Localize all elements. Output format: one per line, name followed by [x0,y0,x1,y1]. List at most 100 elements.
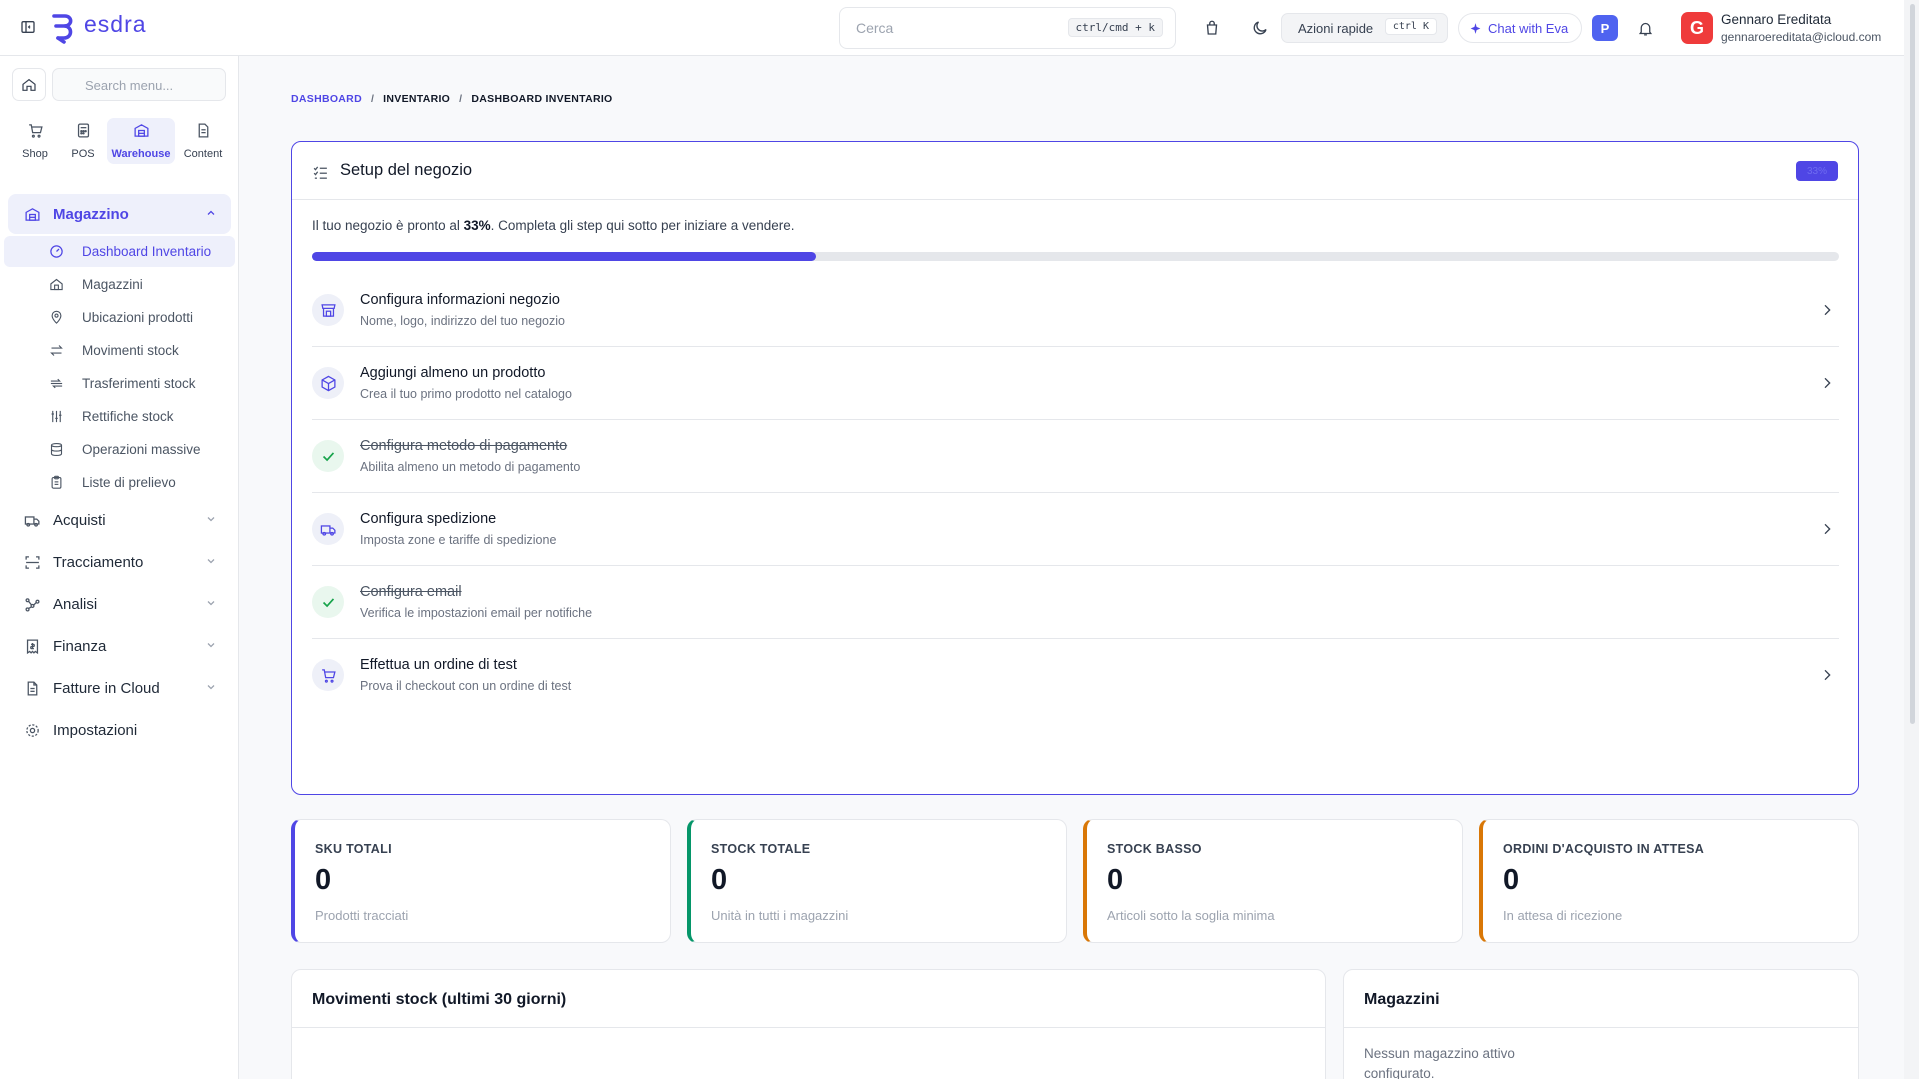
chevron-right-icon [1819,521,1835,537]
sidebar-item-label: Trasferimenti stock [82,376,196,391]
sidebar-item-label: Operazioni massive [82,442,201,457]
sidebar-section-tracciamento[interactable]: Tracciamento [8,542,231,582]
search-placeholder: Cerca [856,20,894,36]
sidebar-item-label: Dashboard Inventario [82,244,212,259]
stock-movements-panel: Movimenti stock (ultimi 30 giorni) [291,969,1326,1079]
pos-icon [75,122,92,139]
setup-step-shipping[interactable]: Configura spedizione Imposta zone e tari… [312,494,1839,566]
sidebar-toggle-icon[interactable] [20,19,36,35]
chat-with-eva-button[interactable]: Chat with Eva [1458,13,1582,43]
stat-card-sku: SKU TOTALI 0 Prodotti tracciati [291,819,671,943]
app-pos[interactable]: POS [60,118,106,164]
search-shortcut: ctrl/cmd + k [1067,18,1163,37]
truck-icon [24,512,41,529]
sidebar-section-label: Impostazioni [53,721,138,739]
setup-card: Setup del negozio 33% Il tuo negozio è p… [291,141,1859,795]
quick-actions-button[interactable]: Azioni rapide ctrl K [1281,13,1448,43]
workspace-badge[interactable]: P [1592,15,1618,41]
menu-search-input[interactable]: Search menu... [52,68,226,101]
breadcrumb-item-inventario[interactable]: INVENTARIO [383,93,450,105]
app-content[interactable]: Content [178,118,228,164]
shopping-bag-icon[interactable] [1200,16,1224,40]
sidebar-item-magazzini[interactable]: Magazzini [4,269,235,300]
chevron-right-icon [1819,375,1835,391]
scrollbar-thumb[interactable] [1910,4,1915,724]
user-name: Gennaro Ereditata [1721,12,1832,27]
sidebar-item-movimenti[interactable]: Movimenti stock [4,335,235,366]
setup-step-title: Configura email [360,584,462,600]
esdra-logo-icon [48,10,78,44]
breadcrumb-separator: / [370,93,375,105]
setup-intro-percent: 33% [463,218,491,233]
divider [292,199,1858,200]
chevron-down-icon [205,513,217,525]
stat-label: SKU TOTALI [315,842,392,856]
sidebar-item-rettifiche[interactable]: Rettifiche stock [4,401,235,432]
cart-icon [312,659,344,691]
breadcrumb: DASHBOARD / INVENTARIO / DASHBOARD INVEN… [291,93,613,105]
sidebar-item-liste-prelievo[interactable]: Liste di prelievo [4,467,235,498]
user-avatar[interactable]: G [1681,12,1713,44]
setup-step-add-product[interactable]: Aggiungi almeno un prodotto Crea il tuo … [312,348,1839,420]
chevron-right-icon [1819,667,1835,683]
analytics-icon [24,596,41,613]
app-shop[interactable]: Shop [12,118,58,164]
sidebar-section-acquisti[interactable]: Acquisti [8,500,231,540]
home-icon [49,277,64,292]
breadcrumb-item-dashboard[interactable]: DASHBOARD [291,93,362,105]
sidebar-section-label: Acquisti [53,511,106,529]
database-icon [49,442,64,457]
stat-card-ordini-attesa: ORDINI D'ACQUISTO IN ATTESA 0 In attesa … [1479,819,1859,943]
setup-step-title: Configura informazioni negozio [360,292,560,308]
setup-step-payment: Configura metodo di pagamento Abilita al… [312,421,1839,493]
stat-label: STOCK TOTALE [711,842,811,856]
app-shop-label: Shop [22,148,48,160]
sidebar-section-magazzino[interactable]: Magazzino [8,194,231,234]
setup-intro-before: Il tuo negozio è pronto al [312,218,464,233]
scan-icon [24,554,41,571]
setup-step-store-info[interactable]: Configura informazioni negozio Nome, log… [312,275,1839,347]
bell-icon[interactable] [1633,16,1657,40]
arrows-left-right-icon [49,343,64,358]
sidebar-item-label: Rettifiche stock [82,409,174,424]
app-warehouse[interactable]: Warehouse [107,118,175,164]
cart-icon [27,122,44,139]
moon-icon[interactable] [1248,16,1272,40]
sidebar-item-trasferimenti[interactable]: Trasferimenti stock [4,368,235,399]
setup-percent-badge: 33% [1796,161,1838,181]
search-box[interactable]: Cerca ctrl/cmd + k [839,7,1176,49]
divider [1344,1027,1858,1028]
sidebar-section-finanza[interactable]: Finanza [8,626,231,666]
main-content: DASHBOARD / INVENTARIO / DASHBOARD INVEN… [240,56,1904,1079]
warehouses-empty-line2: configurato. [1364,1066,1435,1079]
stat-value: 0 [1503,864,1520,896]
sidebar-section-label: Tracciamento [53,553,144,571]
sidebar-item-operazioni-massive[interactable]: Operazioni massive [4,434,235,465]
stat-desc: In attesa di ricezione [1503,908,1623,923]
app-content-label: Content [183,148,223,160]
panel-title: Movimenti stock (ultimi 30 giorni) [312,991,567,1008]
setup-step-desc: Abilita almeno un metodo di pagamento [360,460,581,474]
setup-intro-after: . Completa gli step qui sotto per inizia… [490,218,795,233]
home-icon [22,78,36,91]
gauge-icon [49,244,64,259]
setup-progress-bar [312,252,1839,261]
chevron-down-icon [205,597,217,609]
sidebar-section-label: Finanza [53,637,107,655]
setup-progress-fill [312,252,816,261]
setup-step-test-order[interactable]: Effettua un ordine di test Prova il chec… [312,640,1839,712]
home-button[interactable] [12,68,46,101]
warehouse-icon [133,122,150,139]
sidebar-item-dashboard-inventario[interactable]: Dashboard Inventario [4,236,235,267]
map-pin-icon [49,310,64,325]
sidebar-section-analisi[interactable]: Analisi [8,584,231,624]
stat-label: STOCK BASSO [1107,842,1202,856]
sidebar-section-fatture-in-cloud[interactable]: Fatture in Cloud [8,668,231,708]
breadcrumb-item-current: DASHBOARD INVENTARIO [471,93,613,105]
setup-title: Setup del negozio [340,161,473,179]
app-pos-label: POS [71,148,95,160]
sidebar-item-label: Ubicazioni prodotti [82,310,194,325]
invoice-icon [24,680,41,697]
sidebar-section-impostazioni[interactable]: Impostazioni [8,710,231,750]
sidebar-item-ubicazioni[interactable]: Ubicazioni prodotti [4,302,235,333]
